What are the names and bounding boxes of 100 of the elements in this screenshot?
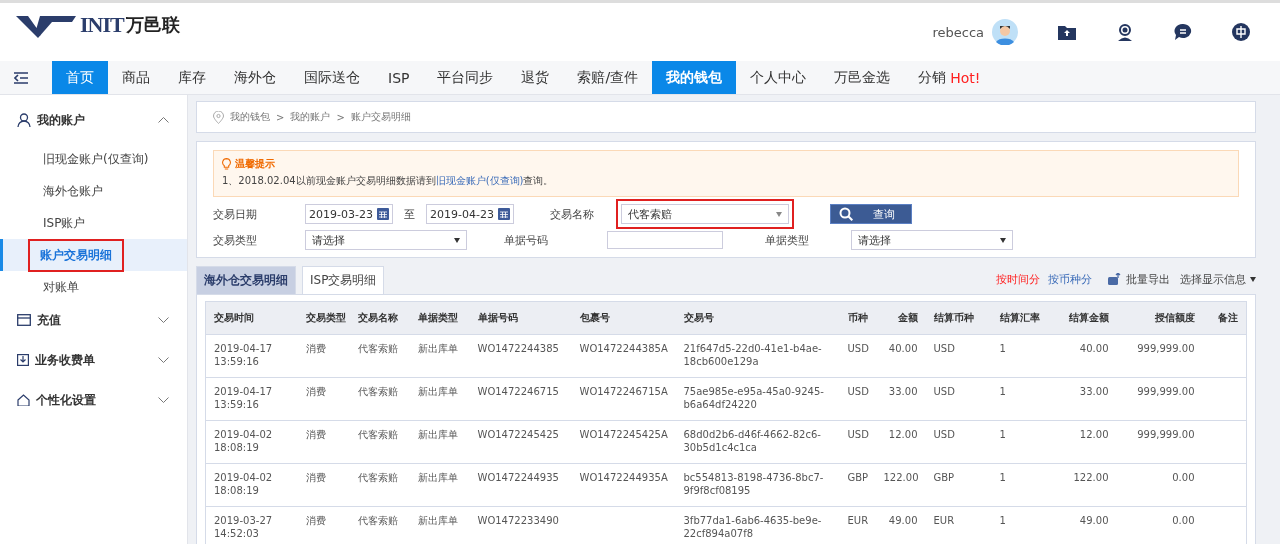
home-icon <box>17 394 30 406</box>
select-field[interactable]: 代客索赔 <box>616 199 794 229</box>
chevron-down-icon <box>158 317 169 323</box>
nav-tab[interactable]: 商品 <box>108 61 164 94</box>
folder-upload-icon[interactable] <box>1058 24 1076 40</box>
sidebar-group[interactable]: 我的账户 <box>0 103 187 137</box>
table-cell-text: 新出库单 <box>417 471 459 484</box>
tab[interactable]: ISP交易明细 <box>302 266 385 294</box>
table-cell-text: 12.00 <box>887 428 918 441</box>
breadcrumb-link[interactable]: 我的钱包 <box>230 110 270 124</box>
language-icon[interactable] <box>1232 23 1250 41</box>
nav-tab[interactable]: 退货 <box>507 61 564 94</box>
table-cell-text: 消费 <box>305 385 327 398</box>
table-cell-text: 消费 <box>305 471 327 484</box>
table-cell-text: USD <box>933 385 956 398</box>
user-icon <box>17 113 31 127</box>
grouping-link[interactable]: 按币种分 <box>1048 272 1092 294</box>
field-label: 单据类型 <box>765 232 809 248</box>
nav-tab[interactable]: 我的钱包 <box>652 61 737 94</box>
column-header: 结算汇率 <box>991 301 1047 335</box>
table-cell-text: 2019-04-17 13:59:16 <box>214 385 274 411</box>
table-cell-text: 消费 <box>305 342 327 355</box>
export-link[interactable]: 批量导出 <box>1126 272 1170 294</box>
notice-text: 1、2018.02.04以前现金账户交易明细数据请到旧现金账户(仅查询)查询。 <box>222 174 555 188</box>
column-header: 结算金额 <box>1046 301 1117 335</box>
column-menu-button[interactable]: 选择显示信息 <box>1180 272 1256 294</box>
table-cell-text: 999,999.00 <box>1136 342 1195 355</box>
table-cell-text: 2019-03-27 14:52:03 <box>214 514 274 540</box>
column-header: 交易号 <box>675 301 840 335</box>
nav-tab[interactable]: 万邑金选 <box>820 61 905 94</box>
table-cell-text: 40.00 <box>1078 342 1109 355</box>
table-cell-text: USD <box>933 342 956 355</box>
nav-tab[interactable]: 海外仓 <box>220 61 290 94</box>
nav-tab[interactable]: 国际送仓 <box>290 61 374 94</box>
tab[interactable]: 海外仓交易明细 <box>196 266 296 294</box>
nav-tab[interactable]: ISP <box>374 61 424 94</box>
chat-icon[interactable] <box>1174 23 1192 41</box>
table-cell-text: 33.00 <box>1078 385 1109 398</box>
user-name[interactable]: rebecca <box>932 24 984 40</box>
date-range-separator: 至 <box>404 206 415 222</box>
table-cell-text: 21f647d5-22d0-41e1-b4ae-18cb600e129a <box>683 342 823 368</box>
date-field[interactable]: 2019-03-23 <box>305 204 393 224</box>
sidebar-item[interactable]: 海外仓账户 <box>31 174 115 208</box>
column-header: 币种 <box>839 301 876 335</box>
sidebar-item[interactable]: 旧现金账户(仅查询) <box>31 142 161 176</box>
select-field[interactable]: 请选择 <box>851 230 1013 250</box>
table-cell-text: 代客索赔 <box>357 471 399 484</box>
nav-tab[interactable]: 分销 Hot! <box>904 61 995 94</box>
table-cell-text: 消费 <box>305 514 327 527</box>
field-label: 交易类型 <box>213 232 258 248</box>
table-cell: 122.00 <box>883 471 918 484</box>
sidebar-item[interactable]: 账户交易明细 <box>28 238 124 272</box>
table-cell: USD <box>847 342 868 355</box>
sidebar-group[interactable]: 充值 <box>0 303 187 337</box>
column-header: 金额 <box>875 301 926 335</box>
input-field[interactable] <box>607 231 723 249</box>
table-cell: USD <box>847 428 868 441</box>
table-cell-text: 999,999.00 <box>1136 385 1195 398</box>
nav-tab[interactable]: 首页 <box>52 61 108 94</box>
menu-icon[interactable] <box>14 71 28 84</box>
chevron-down-icon <box>158 357 169 363</box>
table-cell-text: WO1472246715 <box>477 385 560 398</box>
notice-link[interactable]: 旧现金账户(仅查询) <box>435 175 524 186</box>
column-header: 单据类型 <box>409 301 470 335</box>
table-cell-text: 2019-04-02 18:08:19 <box>214 471 274 497</box>
sidebar-item[interactable]: 对账单 <box>31 270 91 304</box>
table-cell-text: WO1472233490 <box>477 514 560 527</box>
table-cell-text: 122.00 <box>1072 471 1109 484</box>
table-cell-text: 0.00 <box>1171 514 1195 527</box>
nav-tab[interactable]: 索赔/查件 <box>563 61 653 94</box>
download-box-icon <box>17 354 29 366</box>
column-header: 单据号码 <box>469 301 572 335</box>
calendar-icon[interactable] <box>377 208 389 220</box>
breadcrumb-link[interactable]: 我的账户 <box>290 110 331 124</box>
logo-text: INIT <box>80 12 124 38</box>
export-icon[interactable] <box>1108 273 1121 285</box>
nav-tab[interactable]: 个人中心 <box>736 61 821 94</box>
table-cell: GBP <box>847 471 868 484</box>
sidebar-group[interactable]: 业务收费单 <box>0 343 187 377</box>
nav-tab[interactable]: 平台同步 <box>423 61 508 94</box>
calendar-icon[interactable] <box>498 208 510 220</box>
breadcrumb-separator: > <box>276 111 285 123</box>
table-cell-text: 2019-04-02 18:08:19 <box>214 428 274 454</box>
nav-tab[interactable]: 库存 <box>164 61 220 94</box>
table-cell-text: 消费 <box>305 428 327 441</box>
sidebar-group[interactable]: 个性化设置 <box>0 383 187 417</box>
field-label: 交易名称 <box>550 206 595 222</box>
table-cell-text: 1 <box>999 428 1007 441</box>
column-header: 包裹号 <box>571 301 676 335</box>
chevron-down-icon <box>158 397 169 403</box>
date-field[interactable]: 2019-04-23 <box>426 204 514 224</box>
table-cell-text: 75ae985e-e95a-45a0-9245-b6a64df24220 <box>683 385 825 411</box>
search-button[interactable]: 查询 <box>830 204 912 224</box>
breadcrumb-link[interactable]: 账户交易明细 <box>350 110 411 124</box>
table-cell-text: 68d0d2b6-d46f-4662-82c6-30b5d1c4c1ca <box>683 428 822 454</box>
sidebar-item[interactable]: ISP账户 <box>31 206 98 240</box>
table-cell-text: 新出库单 <box>417 342 459 355</box>
table-cell: EUR <box>847 514 868 527</box>
select-field[interactable]: 请选择 <box>305 230 467 250</box>
avatar-icon[interactable] <box>992 19 1018 45</box>
